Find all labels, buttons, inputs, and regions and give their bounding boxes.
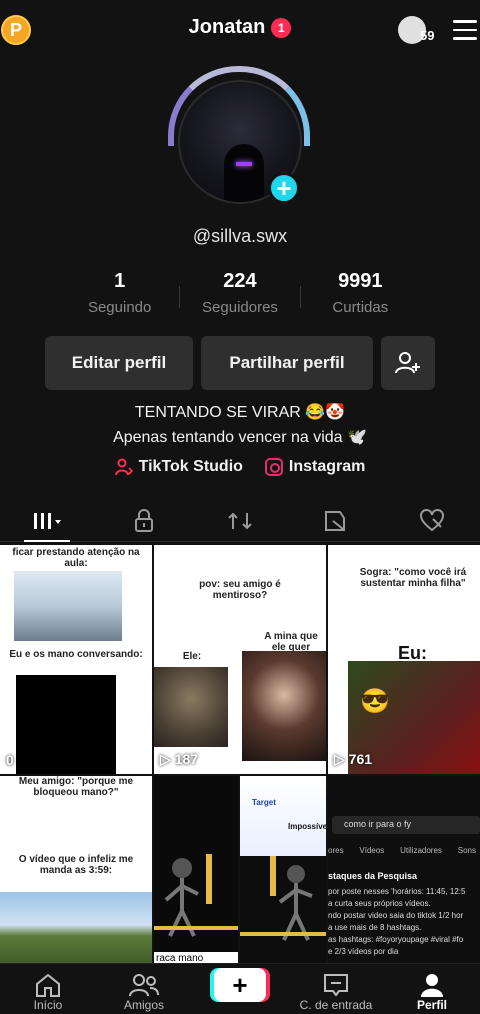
stat-value: 9991 bbox=[338, 270, 383, 292]
profile-tabs bbox=[0, 500, 480, 542]
instagram-icon bbox=[264, 458, 283, 476]
profile-stats: 1 Seguindo 224 Seguidores 9991 Curtidas bbox=[60, 270, 420, 326]
profile-links: TikTok Studio Instagram bbox=[0, 458, 480, 476]
stat-following[interactable]: 1 Seguindo bbox=[60, 270, 179, 326]
video-grid: ficar prestando atenção na aula: Eu e os… bbox=[0, 545, 480, 965]
monkey-image bbox=[154, 667, 228, 747]
streak-indicator[interactable]: 59 bbox=[398, 16, 440, 46]
repost-icon bbox=[228, 512, 252, 529]
lock-icon bbox=[135, 508, 153, 532]
video-caption: Eu e os mano conversando: bbox=[9, 649, 143, 660]
play-icon: ▷ bbox=[160, 751, 175, 767]
streak-count: 59 bbox=[420, 28, 435, 43]
search-text: como ir para o fy bbox=[344, 819, 412, 829]
grid-icon bbox=[34, 512, 61, 529]
tiktok-studio-link[interactable]: TikTok Studio bbox=[114, 458, 243, 476]
bio-line-2: Apenas tentando vencer na vida 🕊️ bbox=[113, 429, 367, 446]
inbox-icon bbox=[324, 974, 348, 997]
add-user-icon bbox=[395, 352, 420, 374]
search-result-lines: por poste nesses 'horários: 11:45, 12:5 … bbox=[328, 887, 466, 956]
home-icon bbox=[36, 973, 60, 997]
username: Jonatan bbox=[188, 16, 266, 38]
video-caption: Meu amigo: "porque me bloqueou mano?" bbox=[18, 776, 134, 798]
view-count: ▷ 761 bbox=[334, 751, 373, 767]
video-thumbnail[interactable]: ficar prestando atenção na aula: Eu e os… bbox=[0, 545, 152, 774]
nav-label: C. de entrada bbox=[299, 998, 373, 1012]
video-thumbnail[interactable]: como ir para o fy ores Vídeos Utilizadores… bbox=[328, 776, 480, 965]
video-caption: O vídeo que o infeliz me manda as 3:59: bbox=[18, 854, 134, 876]
studio-label: TikTok Studio bbox=[138, 458, 243, 475]
nav-inbox[interactable]: C. de entrada bbox=[288, 964, 384, 1014]
stat-followers[interactable]: 224 Seguidores bbox=[180, 270, 299, 326]
edit-profile-button[interactable]: Editar perfil bbox=[45, 336, 193, 390]
studio-icon bbox=[114, 458, 133, 476]
search-bar: como ir para o fy bbox=[332, 816, 480, 834]
black-image bbox=[16, 675, 116, 774]
nav-profile[interactable]: Perfil bbox=[384, 964, 480, 1014]
classroom-image bbox=[14, 571, 122, 641]
view-count: 0 bbox=[6, 752, 14, 768]
nav-label: Amigos bbox=[123, 998, 164, 1012]
bookmark-icon bbox=[325, 510, 345, 531]
stat-likes[interactable]: 9991 Curtidas bbox=[301, 270, 420, 326]
nav-create[interactable]: + bbox=[192, 964, 288, 1014]
stat-label: Seguidores bbox=[202, 299, 278, 316]
add-friend-button[interactable] bbox=[381, 336, 435, 390]
search-tabs: ores Vídeos Utilizadores Sons bbox=[328, 846, 476, 855]
bottom-navigation: Início Amigos + C. de entrada Perfil bbox=[0, 963, 480, 1014]
nav-friends[interactable]: Amigos bbox=[96, 964, 192, 1014]
play-icon: ▷ bbox=[334, 751, 349, 767]
video-caption: Ele: bbox=[182, 651, 202, 662]
video-thumbnail[interactable]: raca mano bbox=[154, 776, 238, 965]
video-thumbnail[interactable]: Target Impossível bbox=[240, 776, 326, 965]
create-button[interactable]: + bbox=[214, 968, 266, 1002]
video-thumbnail[interactable]: pov: seu amigo é mentiroso? Ele: A mina … bbox=[154, 545, 326, 774]
friends-icon bbox=[129, 974, 159, 997]
add-photo-button[interactable]: + bbox=[268, 172, 300, 204]
stick-figure-image bbox=[154, 854, 238, 937]
search-heading: staques da Pesquisa bbox=[328, 871, 418, 881]
user-handle: @sillva.swx bbox=[192, 226, 288, 246]
tab-reposts[interactable] bbox=[192, 500, 288, 541]
nav-home[interactable]: Início bbox=[0, 964, 96, 1014]
video-caption: ficar prestando atenção na aula: bbox=[12, 547, 140, 569]
woman-image bbox=[242, 651, 326, 761]
video-thumbnail[interactable]: Meu amigo: "porque me bloqueou mano?" O … bbox=[0, 776, 152, 965]
menu-icon[interactable] bbox=[453, 20, 477, 40]
tab-saved[interactable] bbox=[288, 500, 384, 541]
top-bar: P Jonatan 1 59 bbox=[0, 0, 480, 60]
stick-figure-image bbox=[240, 856, 326, 941]
stat-value: 1 bbox=[114, 270, 126, 292]
avatar-eyes bbox=[236, 162, 252, 166]
video-caption: Target bbox=[252, 798, 276, 807]
tab-videos[interactable] bbox=[0, 500, 96, 542]
stat-value: 224 bbox=[223, 270, 257, 292]
view-count: ▷ 187 bbox=[160, 751, 199, 767]
instagram-label: Instagram bbox=[288, 458, 366, 475]
nav-label: Início bbox=[33, 998, 63, 1012]
notification-badge: 1 bbox=[271, 17, 292, 38]
stat-label: Curtidas bbox=[332, 299, 389, 316]
emoji-sunglasses-icon: 😎 bbox=[360, 688, 390, 715]
target-banner bbox=[240, 776, 326, 856]
stat-label: Seguindo bbox=[87, 299, 152, 316]
share-profile-button[interactable]: Partilhar perfil bbox=[201, 336, 373, 390]
instagram-link[interactable]: Instagram bbox=[264, 458, 366, 476]
tab-private[interactable] bbox=[96, 500, 192, 541]
video-caption: Impossível bbox=[288, 822, 326, 831]
video-caption: Sogra: "como você irá sustentar minha fi… bbox=[359, 567, 467, 589]
profile-icon bbox=[421, 974, 443, 997]
nav-label: Perfil bbox=[416, 998, 447, 1012]
heart-icon bbox=[420, 508, 444, 531]
runway-image bbox=[0, 892, 152, 965]
avatar-figure bbox=[224, 144, 264, 202]
video-caption: pov: seu amigo é mentiroso? bbox=[199, 579, 281, 601]
tab-liked[interactable] bbox=[384, 500, 480, 541]
video-thumbnail[interactable]: Sogra: "como você irá sustentar minha fi… bbox=[328, 545, 480, 774]
bio-line-1: TENTANDO SE VIRAR 😂🤡 bbox=[134, 404, 346, 421]
